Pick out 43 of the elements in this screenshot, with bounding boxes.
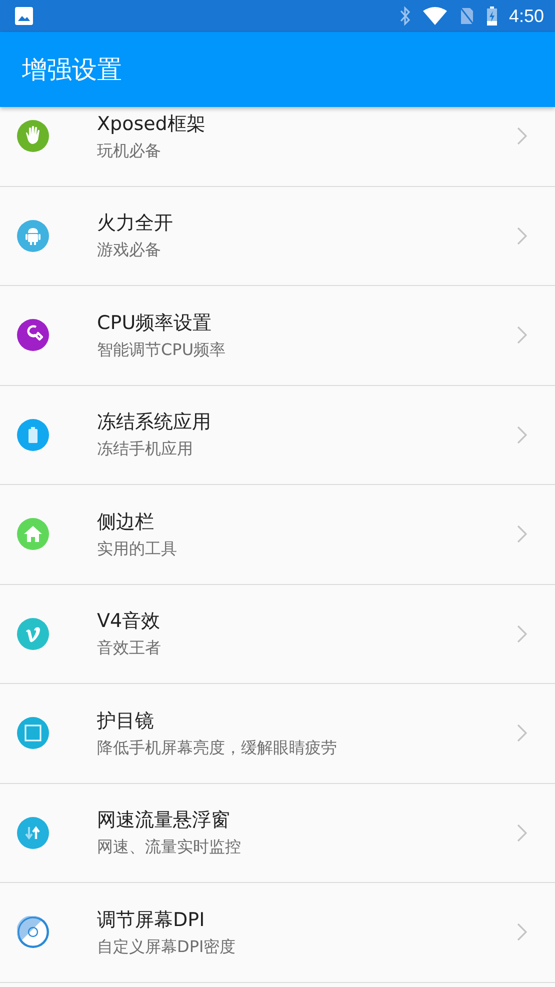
no-sim-icon: [458, 6, 475, 26]
item-subtitle: 音效王者: [97, 638, 162, 660]
chevron-right-icon: [517, 127, 527, 146]
bluetooth-icon: [398, 6, 411, 26]
item-title: 冻结系统应用: [97, 410, 212, 436]
chevron-right-icon: [517, 326, 527, 344]
item-subtitle: 自定义屏幕DPI密度: [97, 936, 237, 958]
chevron-right-icon: [517, 624, 527, 643]
settings-item[interactable]: 网速流量悬浮窗 网速、流量实时监控: [0, 784, 555, 883]
settings-item[interactable]: 护目镜 降低手机屏幕亮度，缓解眼睛疲劳: [0, 684, 555, 784]
clock-time: 4:50: [508, 6, 544, 26]
item-title: 护目镜: [97, 708, 155, 734]
item-subtitle: 冻结手机应用: [97, 439, 194, 460]
item-subtitle: 玩机必备: [97, 140, 162, 162]
chevron-right-icon: [517, 226, 527, 245]
settings-item[interactable]: 冻结系统应用 冻结手机应用: [0, 386, 555, 485]
chevron-right-icon: [517, 426, 527, 444]
item-subtitle: 智能调节CPU频率: [97, 340, 227, 361]
settings-item[interactable]: 火力全开 游戏必备: [0, 186, 555, 286]
item-title: 火力全开: [97, 211, 174, 236]
battery-charging-icon: [486, 6, 498, 26]
item-subtitle: 网速、流量实时监控: [97, 837, 242, 858]
image-icon: [14, 6, 34, 26]
chevron-right-icon: [517, 923, 527, 942]
item-title: CPU频率设置: [97, 310, 213, 336]
item-title: 调节屏幕DPI: [97, 908, 206, 933]
settings-item[interactable]: V4音效 音效王者: [0, 584, 555, 684]
item-title: 网速流量悬浮窗: [97, 808, 231, 834]
chevron-right-icon: [517, 824, 527, 842]
item-title: Xposed框架: [97, 112, 206, 137]
item-title: 侧边栏: [97, 510, 155, 535]
item-subtitle: 降低手机屏幕亮度，缓解眼睛疲劳: [97, 738, 338, 759]
settings-item[interactable]: 调节屏幕DPI 自定义屏幕DPI密度: [0, 883, 555, 982]
settings-item[interactable]: Xposed框架 玩机必备: [0, 107, 555, 186]
settings-item[interactable]: 侧边栏 实用的工具: [0, 485, 555, 584]
app-bar-title: 增强设置: [22, 54, 122, 86]
settings-item[interactable]: CPU频率设置 智能调节CPU频率: [0, 286, 555, 386]
chevron-right-icon: [517, 525, 527, 544]
wifi-icon: [422, 6, 448, 26]
item-subtitle: 游戏必备: [97, 240, 162, 262]
item-title: V4音效: [97, 609, 162, 634]
item-subtitle: 实用的工具: [97, 538, 178, 560]
chevron-right-icon: [517, 724, 527, 742]
